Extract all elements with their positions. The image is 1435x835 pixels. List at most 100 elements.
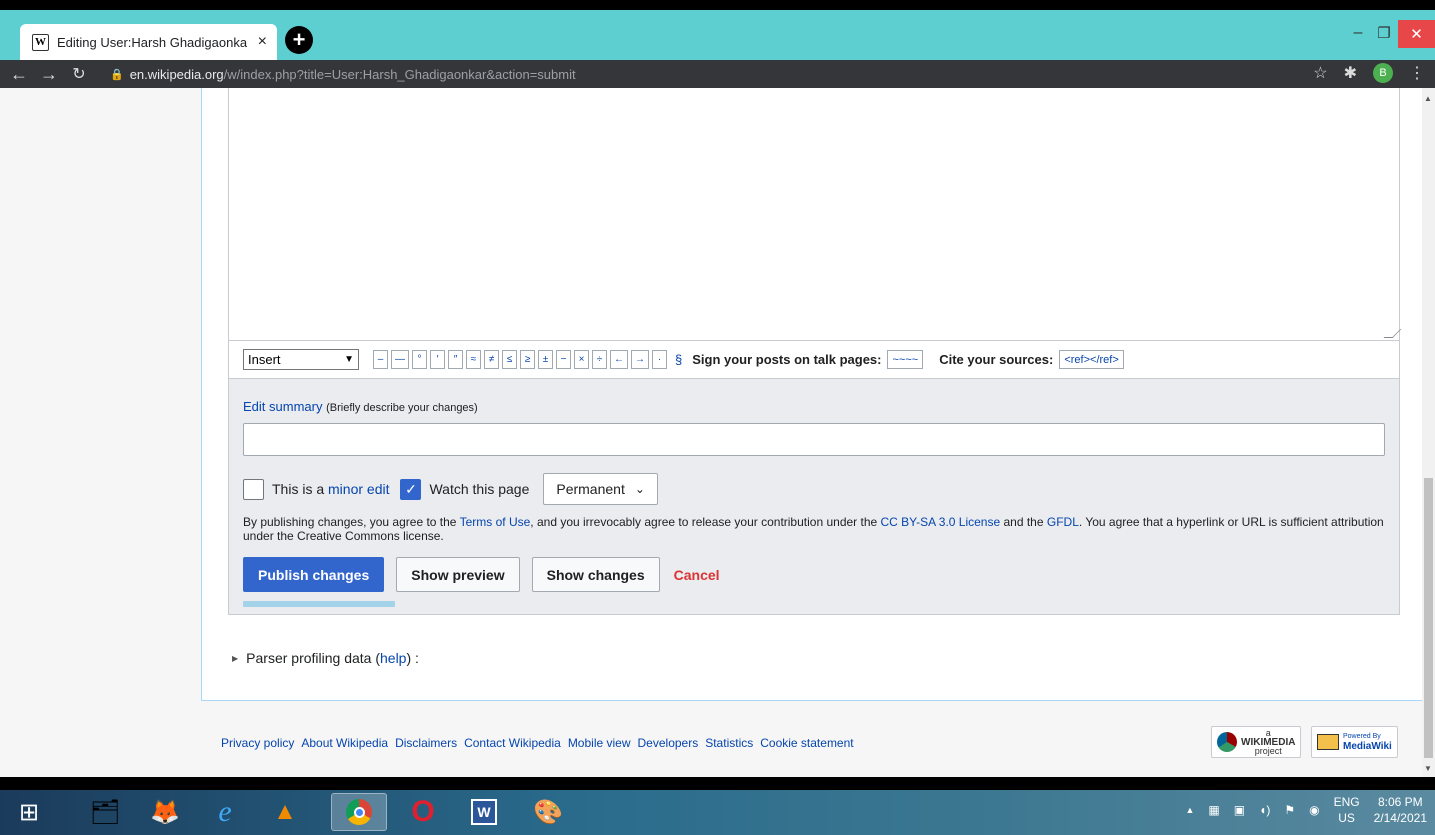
clock-date: 2/14/2021 [1373,811,1427,825]
bookmark-star-icon[interactable]: ☆ [1313,63,1327,83]
extensions-puzzle-icon[interactable]: ✱ [1344,63,1357,83]
back-arrow-icon[interactable]: ← [4,64,34,85]
browser-menu-icon[interactable]: ⋮ [1409,63,1425,83]
volume-icon[interactable]: ◖) [1259,803,1270,817]
wikimedia-logo-icon [1217,732,1237,752]
firefox-icon[interactable]: 🦊 [137,793,193,831]
checkmark-icon: ✓ [405,480,417,497]
footer-link-contact[interactable]: Contact Wikipedia [464,736,561,750]
window-minimize-button[interactable]: – [1344,24,1372,44]
ref-insert-button[interactable]: <ref></ref> [1059,350,1124,369]
powered-by-mediawiki-badge[interactable]: Powered By MediaWiki [1311,726,1398,758]
lock-icon[interactable]: 🔒 [110,68,124,81]
watch-period-dropdown[interactable]: Permanent ⌄ [543,473,658,505]
char-button[interactable]: — [391,350,409,369]
char-button[interactable]: – [373,350,388,369]
char-button[interactable]: ← [610,350,628,369]
internet-explorer-icon[interactable]: e [197,793,253,831]
window-close-button[interactable]: ✕ [1398,20,1435,48]
tray-sync-icon[interactable]: ◉ [1309,803,1319,817]
resize-grip-icon[interactable] [1383,329,1402,338]
paint-icon[interactable]: 🎨 [520,793,576,831]
scrollbar-thumb[interactable] [1424,478,1433,758]
content-area: Insert ▼ – — ° ′ ″ ≈ ≠ ≤ ≥ ± − × ÷ ← → ·… [201,88,1422,701]
tab-title: Editing User:Harsh Ghadigaonkar [57,34,247,50]
file-explorer-icon[interactable]: 🗂 [77,793,133,831]
system-clock[interactable]: 8:06 PM 2/14/2021 [1374,794,1427,826]
system-tray: ▲ ▦ ▣ ◖) ⚑ ◉ ENG US 8:06 PM 2/14/2021 [1185,794,1427,826]
insert-select[interactable]: Insert ▼ [243,349,359,370]
char-button[interactable]: ° [412,350,427,369]
network-icon[interactable]: ▣ [1234,803,1245,817]
char-button[interactable]: ± [538,350,553,369]
url-field[interactable]: en.wikipedia.org/w/index.php?title=User:… [130,67,576,82]
wikimedia-project-badge[interactable]: a WIKIMEDIA project [1211,726,1302,758]
cc-license-link[interactable]: CC BY-SA 3.0 License [881,515,1001,529]
browser-tab[interactable]: W Editing User:Harsh Ghadigaonkar × [20,24,277,60]
footer-link-cookies[interactable]: Cookie statement [760,736,853,750]
footer-link-about[interactable]: About Wikipedia [301,736,388,750]
chevron-down-icon: ▼ [344,354,354,365]
minor-edit-link[interactable]: minor edit [328,481,389,497]
footer-link-mobile[interactable]: Mobile view [568,736,631,750]
page-scrollbar[interactable]: ▲ ▼ [1422,88,1435,777]
window-maximize-button[interactable]: ❐ [1370,24,1398,44]
footer-link-privacy[interactable]: Privacy policy [221,736,294,750]
parser-label-suffix: ) : [406,650,419,666]
char-button[interactable]: ″ [448,350,463,369]
watch-page-label: Watch this page [429,481,530,497]
footer-link-statistics[interactable]: Statistics [705,736,753,750]
page-viewport: Insert ▼ – — ° ′ ″ ≈ ≠ ≤ ≥ ± − × ÷ ← → ·… [0,88,1435,777]
new-tab-button[interactable]: + [285,26,313,54]
chrome-icon[interactable] [331,793,387,831]
forward-arrow-icon[interactable]: → [34,64,64,85]
char-button[interactable]: ≤ [502,350,517,369]
wikitext-editor[interactable] [228,88,1402,341]
gfdl-link[interactable]: GFDL [1047,515,1079,529]
language-code: ENG [1333,795,1360,809]
windows-start-icon[interactable]: ⊞ [5,793,53,831]
char-button[interactable]: · [652,350,667,369]
char-button[interactable]: × [574,350,589,369]
opera-icon[interactable]: O [395,793,451,831]
char-button[interactable]: ÷ [592,350,607,369]
reload-icon[interactable]: ↻ [64,64,94,84]
wikimedia-badge-sub: project [1254,745,1282,756]
footer-link-developers[interactable]: Developers [638,736,699,750]
char-button[interactable]: ≥ [520,350,535,369]
footer-link-disclaimers[interactable]: Disclaimers [395,736,457,750]
mediawiki-logo-icon [1317,734,1339,750]
watch-page-checkbox[interactable]: ✓ [400,478,422,500]
char-button[interactable]: ′ [430,350,445,369]
sign-posts-label: Sign your posts on talk pages: [692,352,882,367]
terms-of-use-link[interactable]: Terms of Use [460,515,531,529]
input-language[interactable]: ENG US [1334,794,1360,826]
edit-summary-input[interactable] [243,423,1385,456]
browser-actions: ☆ ✱ B ⋮ [1313,63,1425,83]
section-sign-button[interactable]: § [675,352,682,367]
parser-help-link[interactable]: help [380,650,406,666]
parser-profiling-toggle[interactable]: ▶ Parser profiling data (help) : [232,650,419,666]
tray-app-icon[interactable]: ▦ [1208,803,1219,817]
cancel-link[interactable]: Cancel [674,567,720,583]
word-icon[interactable]: W [456,793,512,831]
action-flag-icon[interactable]: ⚑ [1284,803,1295,817]
char-button[interactable]: ≈ [466,350,481,369]
char-button[interactable]: − [556,350,571,369]
publish-changes-button[interactable]: Publish changes [243,557,385,592]
watch-period-value: Permanent [556,481,625,497]
char-button[interactable]: ≠ [484,350,499,369]
show-preview-button[interactable]: Show preview [396,557,520,592]
profile-avatar[interactable]: B [1373,63,1393,83]
char-button[interactable]: → [631,350,649,369]
show-changes-button[interactable]: Show changes [531,557,660,592]
tab-close-icon[interactable]: × [258,33,267,51]
scroll-up-arrow-icon[interactable]: ▲ [1424,94,1432,103]
minor-edit-checkbox[interactable] [243,478,264,500]
vlc-icon[interactable]: ▲ [257,793,313,831]
tray-expand-icon[interactable]: ▲ [1185,805,1194,815]
edit-summary-hint: (Briefly describe your changes) [326,402,478,414]
edit-summary-link[interactable]: Edit summary [243,399,322,414]
scroll-down-arrow-icon[interactable]: ▼ [1424,764,1432,773]
signature-insert-button[interactable]: ~~~~ [887,350,924,369]
